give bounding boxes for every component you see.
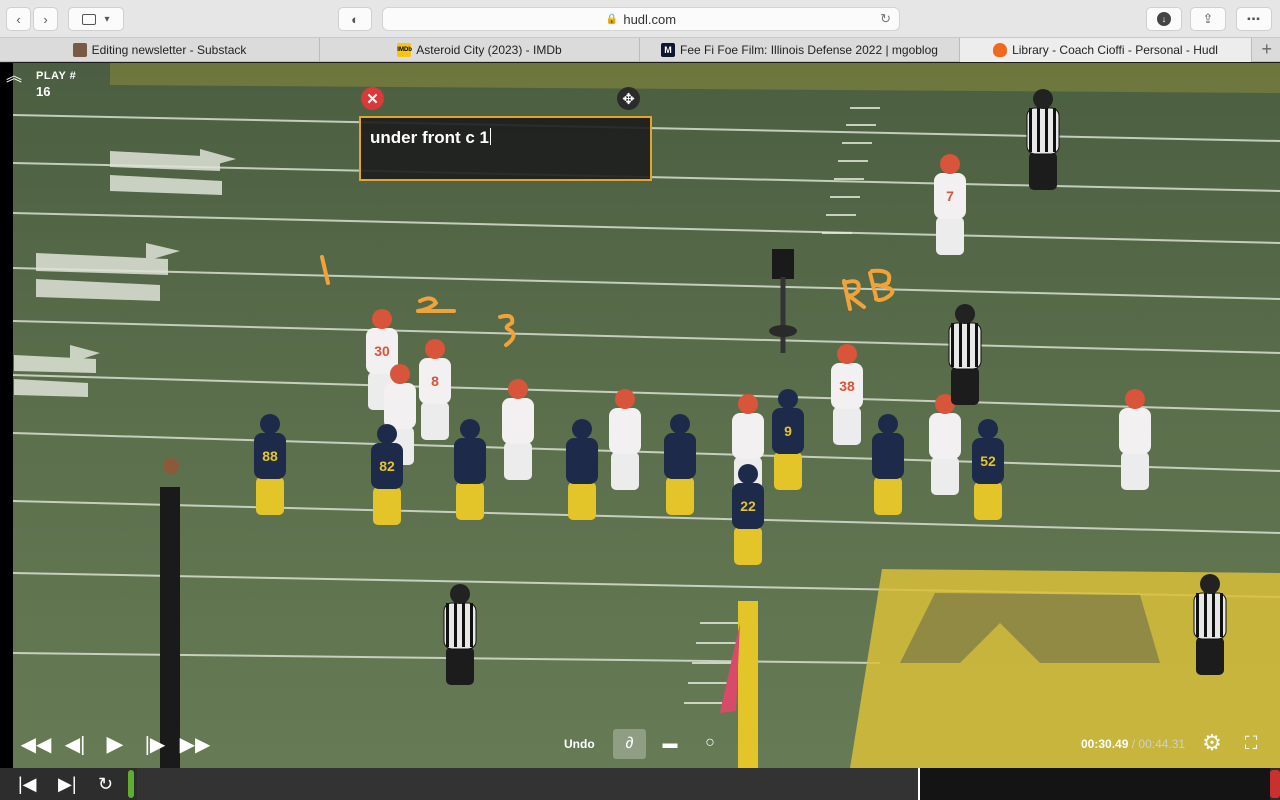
clip-timeline[interactable]: |◀ ▶| ↻ bbox=[0, 768, 1280, 800]
clip-end-marker[interactable] bbox=[1270, 770, 1280, 798]
fullscreen-icon: ⛶ bbox=[1244, 732, 1258, 753]
reload-icon[interactable]: ↻ bbox=[880, 11, 891, 27]
rewind-icon: ◀◀ bbox=[20, 733, 52, 756]
play-number: 16 bbox=[36, 84, 51, 99]
skip-back-icon: |◀ bbox=[18, 774, 37, 794]
timeline-remaining bbox=[920, 768, 1270, 800]
imdb-icon: IMDb bbox=[397, 43, 412, 57]
substack-icon bbox=[72, 43, 87, 57]
annotation-rb-stroke bbox=[842, 268, 895, 311]
time-separator: / bbox=[1128, 737, 1139, 751]
tab-label: Library - Coach Cioffi - Personal - Hudl bbox=[1012, 43, 1218, 57]
play-button[interactable]: ▶ bbox=[104, 731, 126, 757]
speech-bubble-icon: ▬ bbox=[662, 734, 678, 752]
tab-hudl[interactable]: Library - Coach Cioffi - Personal - Hudl bbox=[960, 38, 1252, 62]
step-back-icon: ◀| bbox=[64, 733, 86, 756]
time-display: 00:30.49 / 00:44.31 bbox=[1081, 737, 1185, 751]
gear-icon: ⚙ bbox=[1202, 730, 1222, 755]
share-button[interactable]: ⇪ bbox=[1190, 7, 1226, 31]
text-caret bbox=[490, 128, 492, 145]
fast-forward-button[interactable]: ▶▶ bbox=[179, 731, 211, 757]
fullscreen-button[interactable]: ⛶ bbox=[1239, 731, 1263, 755]
comment-tool[interactable]: ▬ bbox=[659, 732, 681, 754]
pen-icon: ∂ bbox=[625, 735, 634, 752]
step-back-button[interactable]: ◀| bbox=[63, 731, 87, 757]
freehand-draw-tool[interactable]: ∂ bbox=[613, 729, 646, 759]
fast-forward-icon: ▶▶ bbox=[179, 733, 211, 756]
current-time: 00:30.49 bbox=[1081, 737, 1129, 751]
forward-button[interactable]: › bbox=[33, 7, 58, 31]
annotation-1-stroke bbox=[320, 255, 330, 285]
new-tab-button[interactable]: + bbox=[1261, 39, 1272, 60]
privacy-report-button[interactable]: ◐ bbox=[338, 7, 372, 31]
address-bar[interactable]: 🔒 hudl.com ↻ bbox=[382, 7, 900, 31]
download-icon: ↓ bbox=[1157, 12, 1171, 26]
playback-controls: ◀◀ ◀| ▶ |▶ ▶▶ Undo ∂ ▬ ○ 00:30.49 / 00:4… bbox=[13, 718, 1280, 768]
annotation-text: under front c 1 bbox=[370, 128, 490, 147]
circle-tool[interactable]: ○ bbox=[699, 732, 721, 754]
move-icon: ✥ bbox=[622, 90, 635, 108]
tab-mgoblog[interactable]: M Fee Fi Foe Film: Illinois Defense 2022… bbox=[640, 38, 960, 62]
play-icon: ▶ bbox=[106, 731, 124, 756]
step-forward-button[interactable]: |▶ bbox=[143, 731, 167, 757]
video-player[interactable]: 308738888292252 1 2 3 RB ︽ PLAY # 16 ✕ ✥… bbox=[0, 63, 1280, 768]
mgoblog-icon: M bbox=[661, 43, 676, 57]
move-annotation-handle[interactable]: ✥ bbox=[617, 87, 640, 110]
sidebar-toggle-button[interactable]: ▾ bbox=[68, 7, 124, 31]
loop-icon: ↻ bbox=[98, 774, 114, 794]
tab-bar: Editing newsletter - Substack IMDb Aster… bbox=[0, 38, 1280, 62]
close-icon: ✕ bbox=[366, 90, 379, 108]
sidebar-icon bbox=[82, 13, 97, 25]
loop-button[interactable]: ↻ bbox=[98, 774, 113, 795]
chevron-left-icon: ‹ bbox=[16, 11, 21, 27]
step-forward-icon: |▶ bbox=[144, 733, 166, 756]
tab-label: Fee Fi Foe Film: Illinois Defense 2022 |… bbox=[680, 43, 938, 57]
skip-forward-icon: ▶| bbox=[58, 774, 77, 794]
lock-icon: 🔒 bbox=[605, 13, 619, 25]
timeline-played bbox=[137, 768, 919, 800]
tab-overview-button[interactable]: ▪▪▪ bbox=[1236, 7, 1272, 31]
downloads-button[interactable]: ↓ bbox=[1146, 7, 1182, 31]
left-edge-strip bbox=[0, 63, 13, 768]
collapse-up-icon[interactable]: ︽ bbox=[6, 69, 22, 85]
url-text: hudl.com bbox=[623, 11, 677, 27]
total-time: 00:44.31 bbox=[1138, 737, 1186, 751]
tab-substack[interactable]: Editing newsletter - Substack bbox=[0, 38, 320, 62]
annotation-text-box[interactable]: under front c 1 bbox=[359, 116, 652, 181]
chevron-down-icon: ▾ bbox=[104, 13, 110, 25]
tab-label: Editing newsletter - Substack bbox=[91, 43, 247, 57]
tab-imdb[interactable]: IMDb Asteroid City (2023) - IMDb bbox=[320, 38, 640, 62]
playhead[interactable] bbox=[918, 768, 920, 800]
delete-annotation-button[interactable]: ✕ bbox=[361, 87, 384, 110]
back-button[interactable]: ‹ bbox=[6, 7, 31, 31]
shield-icon: ◐ bbox=[351, 11, 359, 27]
previous-clip-button[interactable]: |◀ bbox=[18, 774, 37, 795]
play-label: PLAY # bbox=[36, 70, 77, 82]
chevron-right-icon: › bbox=[43, 11, 48, 27]
clip-start-marker[interactable] bbox=[128, 770, 134, 798]
annotation-2-stroke bbox=[416, 296, 456, 313]
grid-icon: ▪▪▪ bbox=[1247, 13, 1261, 25]
circle-icon: ○ bbox=[705, 734, 715, 751]
undo-button[interactable]: Undo bbox=[564, 737, 595, 751]
share-icon: ⇪ bbox=[1202, 11, 1214, 26]
hudl-icon bbox=[993, 43, 1008, 57]
next-clip-button[interactable]: ▶| bbox=[58, 774, 77, 795]
rewind-button[interactable]: ◀◀ bbox=[20, 731, 52, 757]
tab-label: Asteroid City (2023) - IMDb bbox=[416, 43, 562, 57]
settings-button[interactable]: ⚙ bbox=[1200, 730, 1224, 755]
annotation-3-stroke bbox=[498, 313, 516, 347]
browser-toolbar: ‹ › ▾ ◐ 🔒 hudl.com ↻ ↓ ⇪ ▪▪▪ bbox=[0, 0, 1280, 38]
